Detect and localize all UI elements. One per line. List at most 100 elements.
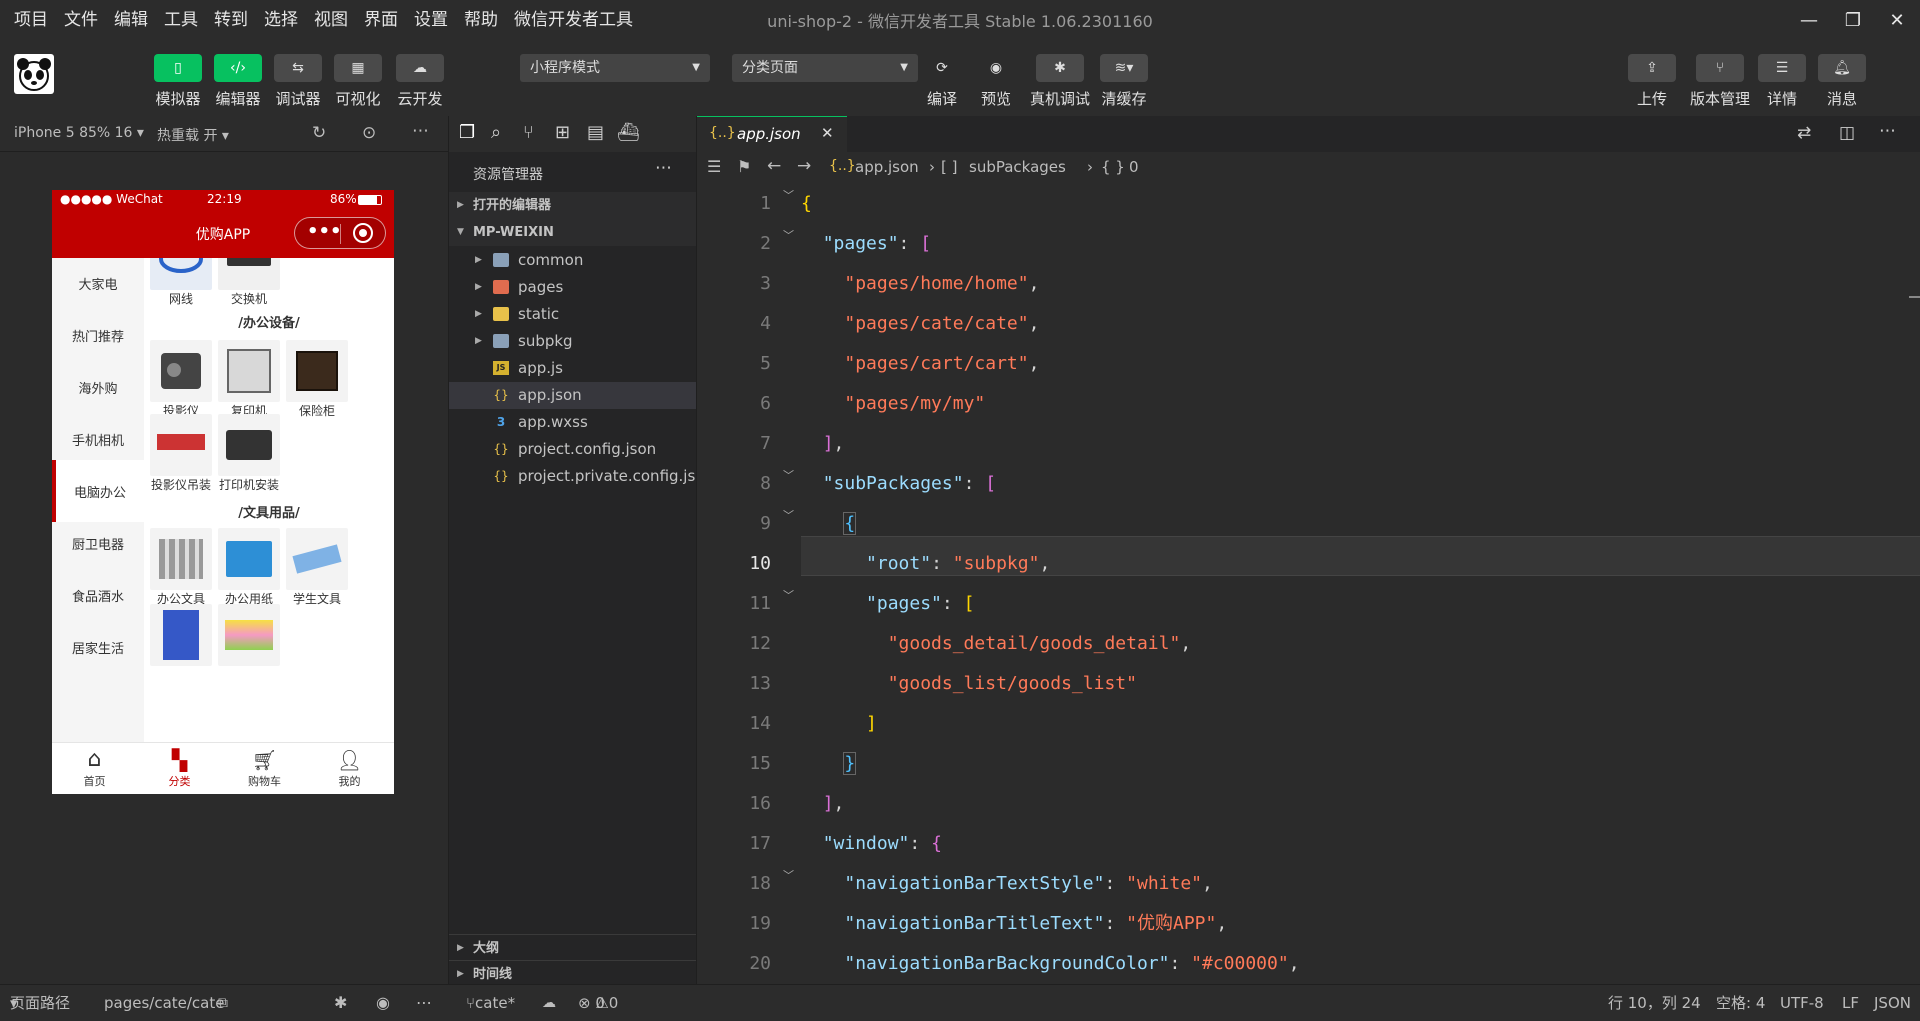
branch-indicator[interactable]: ⑂ cate* [466, 985, 515, 1021]
capsule-more-icon[interactable]: ••• [307, 221, 342, 242]
more-icon[interactable]: ⋯ [416, 985, 432, 1021]
eye-icon[interactable]: ◉ [376, 985, 390, 1021]
debugger-button[interactable]: ⇆ 调试器 [274, 54, 322, 109]
eol-setting[interactable]: LF [1842, 985, 1859, 1021]
page-select[interactable]: 分类页面 ▼ [732, 54, 918, 82]
cursor-position[interactable]: 行 10，列 24 [1608, 985, 1701, 1021]
avatar[interactable] [14, 54, 54, 94]
menu-item-settings[interactable]: 设置 [406, 0, 456, 40]
mode-select[interactable]: 小程序模式 ▼ [520, 54, 710, 82]
folder-item[interactable]: ▶ pages [449, 274, 697, 301]
page-path-select[interactable]: 页面路径 ▾ [10, 985, 70, 1021]
language-mode[interactable]: JSON [1874, 985, 1911, 1021]
product-item[interactable]: 学生文具 [282, 528, 352, 607]
breadcrumb-index[interactable]: 0 [1129, 158, 1139, 176]
panel-icon[interactable]: ▤ [587, 122, 604, 143]
bookmark-icon[interactable]: ⚑ [737, 157, 751, 176]
sync-icon[interactable]: ☁ [542, 985, 556, 1021]
tab-app-json[interactable]: {..} app.json ✕ [697, 116, 847, 152]
minimize-icon[interactable]: — [1786, 0, 1832, 40]
category-item[interactable]: 居家生活 [52, 616, 144, 678]
docker-icon[interactable]: ⛴ [617, 122, 640, 143]
file-item[interactable]: {} project.private.config.js... [449, 463, 697, 490]
compare-icon[interactable]: ⇄ [1797, 123, 1811, 143]
extensions-icon[interactable]: ⊞ [555, 122, 570, 143]
menu-item-file[interactable]: 文件 [56, 0, 106, 40]
visual-button[interactable]: ▦ 可视化 [334, 54, 382, 109]
copy-icon[interactable]: ⧉ [218, 985, 228, 1021]
fold-chevron-icon[interactable]: ﹀ [783, 176, 794, 216]
bug-icon[interactable]: ✱ [334, 985, 347, 1021]
forward-arrow-icon[interactable]: → [797, 156, 811, 176]
menu-item-edit[interactable]: 编辑 [106, 0, 156, 40]
timeline-section[interactable]: ▶ 时间线 [449, 960, 697, 987]
more-icon[interactable]: ⋯ [412, 121, 429, 141]
editor-button[interactable]: ‹/› 编辑器 [214, 54, 262, 109]
more-icon[interactable]: ⋯ [655, 158, 672, 178]
product-item[interactable]: 交换机 [214, 258, 284, 307]
back-arrow-icon[interactable]: ← [767, 156, 781, 176]
capsule-menu[interactable]: ••• [294, 217, 386, 249]
tab-home[interactable]: ⌂ 首页 [52, 747, 137, 789]
menu-item-devtools[interactable]: 微信开发者工具 [506, 0, 641, 40]
fold-chevron-icon[interactable]: ﹀ [783, 216, 794, 256]
menu-item-interface[interactable]: 界面 [356, 0, 406, 40]
menu-item-help[interactable]: 帮助 [456, 0, 506, 40]
product-item[interactable]: 投影仪 [146, 340, 216, 419]
version-button[interactable]: ⑂ 版本管理 [1690, 54, 1750, 109]
problems-indicator[interactable]: ⊗ 0 ⚠ 0 [578, 985, 618, 1021]
tab-my[interactable]: 👤︎ 我的 [307, 747, 392, 789]
file-item[interactable]: 3 app.wxss [449, 409, 697, 436]
real-debug-button[interactable]: ✱ 真机调试 [1030, 54, 1090, 109]
tab-category[interactable]: ▚ 分类 [137, 747, 222, 789]
hotreload-toggle[interactable]: 热重载 开 ▾ [157, 125, 229, 145]
breadcrumb-key[interactable]: subPackages [969, 158, 1066, 176]
menu-item-view[interactable]: 视图 [306, 0, 356, 40]
product-item[interactable]: 打印机安装 [214, 414, 284, 493]
preview-button[interactable]: ◉ 预览 [976, 54, 1016, 109]
folder-item[interactable]: ▶ static [449, 301, 697, 328]
encoding-setting[interactable]: UTF-8 [1780, 985, 1824, 1021]
product-item[interactable]: 保险柜 [282, 340, 352, 419]
product-item[interactable]: 投影仪吊装 [146, 414, 216, 493]
breadcrumb-file[interactable]: app.json [855, 158, 919, 176]
fold-chevron-icon[interactable]: ﹀ [783, 496, 794, 536]
menu-item-tools[interactable]: 工具 [156, 0, 206, 40]
list-icon[interactable]: ☰ [707, 157, 721, 176]
menu-item-goto[interactable]: 转到 [206, 0, 256, 40]
upload-button[interactable]: ⇪ 上传 [1628, 54, 1676, 109]
more-icon[interactable]: ⋯ [1879, 121, 1896, 141]
root-folder[interactable]: ▼ MP-WEIXIN [449, 219, 697, 246]
search-icon[interactable]: ⌕ [491, 122, 501, 143]
product-item[interactable] [146, 604, 216, 666]
open-editors-section[interactable]: ▶ 打开的编辑器 [449, 192, 697, 219]
tab-cart[interactable]: 🛒︎ 购物车 [222, 747, 307, 789]
fold-chevron-icon[interactable]: ﹀ [783, 456, 794, 496]
outline-section[interactable]: ▶ 大纲 [449, 934, 697, 961]
close-tab-icon[interactable]: ✕ [821, 124, 834, 142]
simulator-button[interactable]: ▯ 模拟器 [154, 54, 202, 109]
product-item[interactable]: 网线 [146, 258, 216, 307]
folder-item[interactable]: ▶ common [449, 247, 697, 274]
product-item[interactable]: 办公用纸 [214, 528, 284, 607]
compile-button[interactable]: ⟳ 编译 [922, 54, 962, 109]
file-item[interactable]: JS app.js [449, 355, 697, 382]
details-button[interactable]: ☰ 详情 [1758, 54, 1806, 109]
messages-button[interactable]: 🔔︎ 消息 [1818, 54, 1866, 109]
git-icon[interactable]: ⑂ [523, 122, 534, 143]
files-icon[interactable]: ❐ [459, 122, 475, 143]
indent-setting[interactable]: 空格: 4 [1716, 985, 1765, 1021]
rotate-icon[interactable]: ↻ [312, 123, 326, 143]
product-item[interactable]: 办公文具 [146, 528, 216, 607]
cloud-button[interactable]: ☁ 云开发 [396, 54, 444, 109]
maximize-icon[interactable]: ❐ [1830, 0, 1876, 40]
folder-item[interactable]: ▶ subpkg [449, 328, 697, 355]
file-item-selected[interactable]: {} app.json [449, 382, 697, 409]
fold-chevron-icon[interactable]: ﹀ [783, 856, 794, 896]
device-select[interactable]: iPhone 5 85% 16 ▾ [14, 125, 144, 141]
product-item[interactable]: 复印机 [214, 340, 284, 419]
stop-icon[interactable]: ⊙ [362, 123, 376, 143]
code-area[interactable]: 1 2 3 4 5 6 7 8 9 10 11 12 13 14 15 16 1… [697, 184, 1920, 984]
menu-item-project[interactable]: 项目 [6, 0, 56, 40]
product-item[interactable] [214, 604, 284, 666]
